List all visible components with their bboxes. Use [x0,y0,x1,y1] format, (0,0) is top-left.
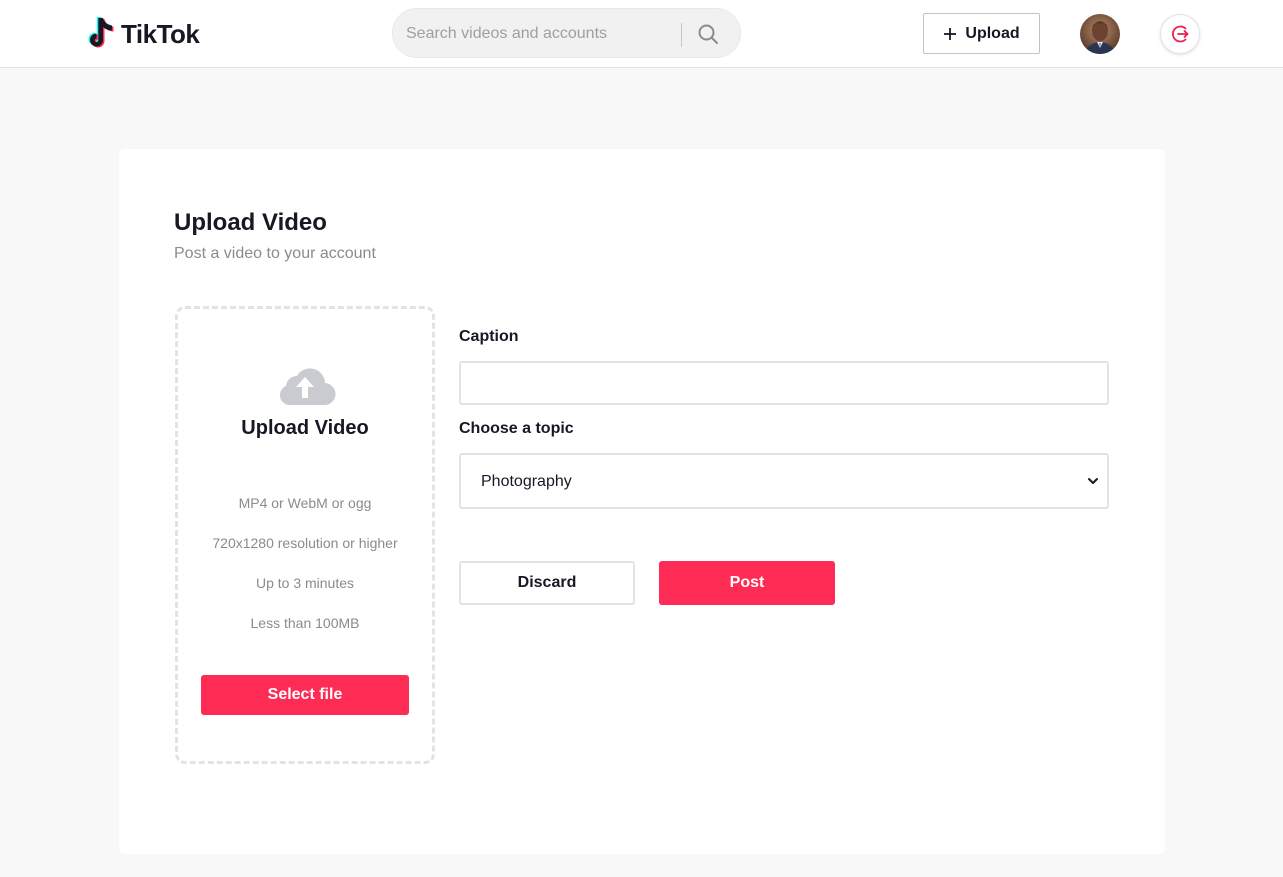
requirement-resolution: 720x1280 resolution or higher [212,535,398,551]
tiktok-logo-icon [88,17,114,48]
caption-field [459,361,1109,405]
post-button[interactable]: Post [659,561,835,605]
search-button[interactable] [693,21,723,47]
page-subtitle: Post a video to your account [174,245,376,262]
search-input[interactable] [406,22,676,46]
topic-label: Choose a topic [459,420,574,437]
search-divider [681,23,682,47]
top-header: TikTok Upload [0,0,1283,68]
chevron-down-icon [1088,478,1098,484]
topic-selected-value: Photography [481,473,572,490]
page-title: Upload Video [174,209,327,236]
requirement-duration: Up to 3 minutes [255,575,355,591]
cloud-upload-icon [279,368,336,406]
logout-icon [1172,25,1189,43]
requirement-size: Less than 100MB [250,615,360,631]
logout-button[interactable] [1160,14,1200,54]
plus-icon [944,27,957,40]
logo-text: TikTok [121,18,200,49]
upload-button[interactable]: Upload [923,13,1040,54]
caption-input[interactable] [461,363,1107,403]
dropzone-title: Upload Video [241,417,369,439]
upload-card: Upload Video Post a video to your accoun… [119,149,1165,854]
search-bar [392,8,741,58]
select-file-button[interactable]: Select file [201,675,409,715]
topic-select[interactable]: Photography [459,453,1109,509]
discard-button[interactable]: Discard [459,561,635,605]
avatar[interactable] [1080,14,1120,54]
upload-button-label: Upload [965,24,1020,42]
tiktok-logo[interactable]: TikTok [82,14,200,54]
caption-label: Caption [459,328,519,345]
search-icon [698,24,718,44]
avatar-image [1080,14,1120,54]
requirement-format: MP4 or WebM or ogg [238,495,372,511]
video-dropzone[interactable]: Upload Video MP4 or WebM or ogg 720x1280… [175,306,435,764]
